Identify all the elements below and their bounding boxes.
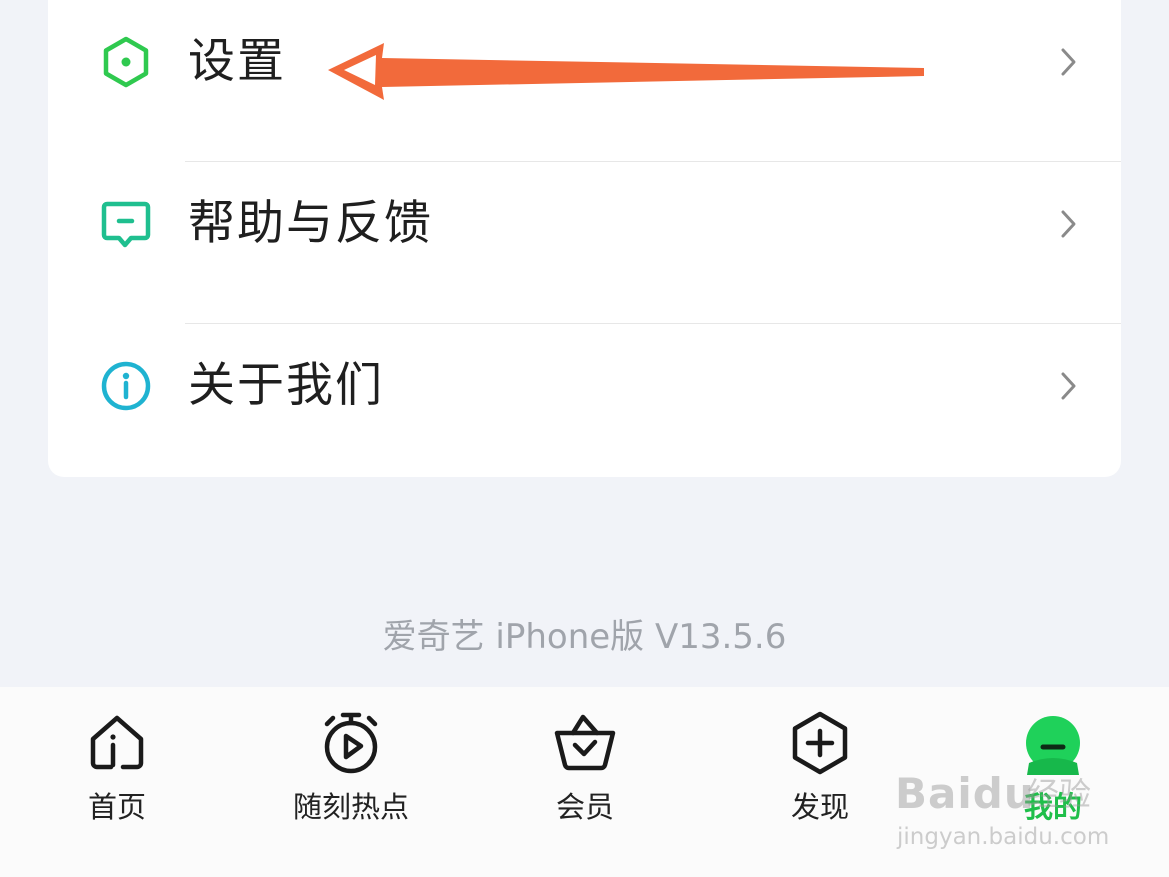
info-circle-icon: [101, 361, 151, 411]
chevron-right-icon: [1061, 48, 1076, 76]
tab-home[interactable]: 首页: [42, 687, 192, 877]
chevron-right-icon: [1061, 210, 1076, 238]
play-clock-icon: [324, 712, 378, 774]
tab-vip[interactable]: 会员: [510, 687, 660, 877]
settings-hexagon-icon: [103, 36, 149, 88]
annotation-arrow: [328, 43, 924, 100]
baidu-watermark: Baidu 经验 jingyan.baidu.com: [895, 752, 1110, 857]
menu-item-label: 帮助与反馈: [188, 196, 433, 251]
tab-discover[interactable]: 发现: [745, 687, 895, 877]
menu-item-help-feedback[interactable]: 帮助与反馈: [48, 162, 1121, 324]
tab-label: 首页: [87, 790, 146, 824]
tab-label: 随刻热点: [292, 790, 409, 824]
menu-item-about-us[interactable]: 关于我们: [48, 324, 1121, 486]
tab-label: 发现: [790, 790, 849, 824]
discover-plus-icon: [792, 711, 848, 775]
app-version-text: 爱奇艺 iPhone版 V13.5.6: [382, 617, 787, 657]
tab-hot-clips[interactable]: 随刻热点: [276, 687, 426, 877]
watermark-url: jingyan.baidu.com: [897, 824, 1110, 850]
home-icon: [90, 715, 144, 770]
tab-label: 会员: [555, 790, 614, 824]
chevron-right-icon: [1061, 372, 1076, 400]
feedback-chat-icon: [101, 201, 151, 248]
vip-basket-icon: [554, 714, 616, 771]
menu-item-label: 设置: [188, 34, 286, 89]
watermark-brand: Baidu: [895, 769, 1035, 818]
menu-item-label: 关于我们: [188, 358, 384, 413]
watermark-sub: 经验: [1027, 775, 1092, 813]
